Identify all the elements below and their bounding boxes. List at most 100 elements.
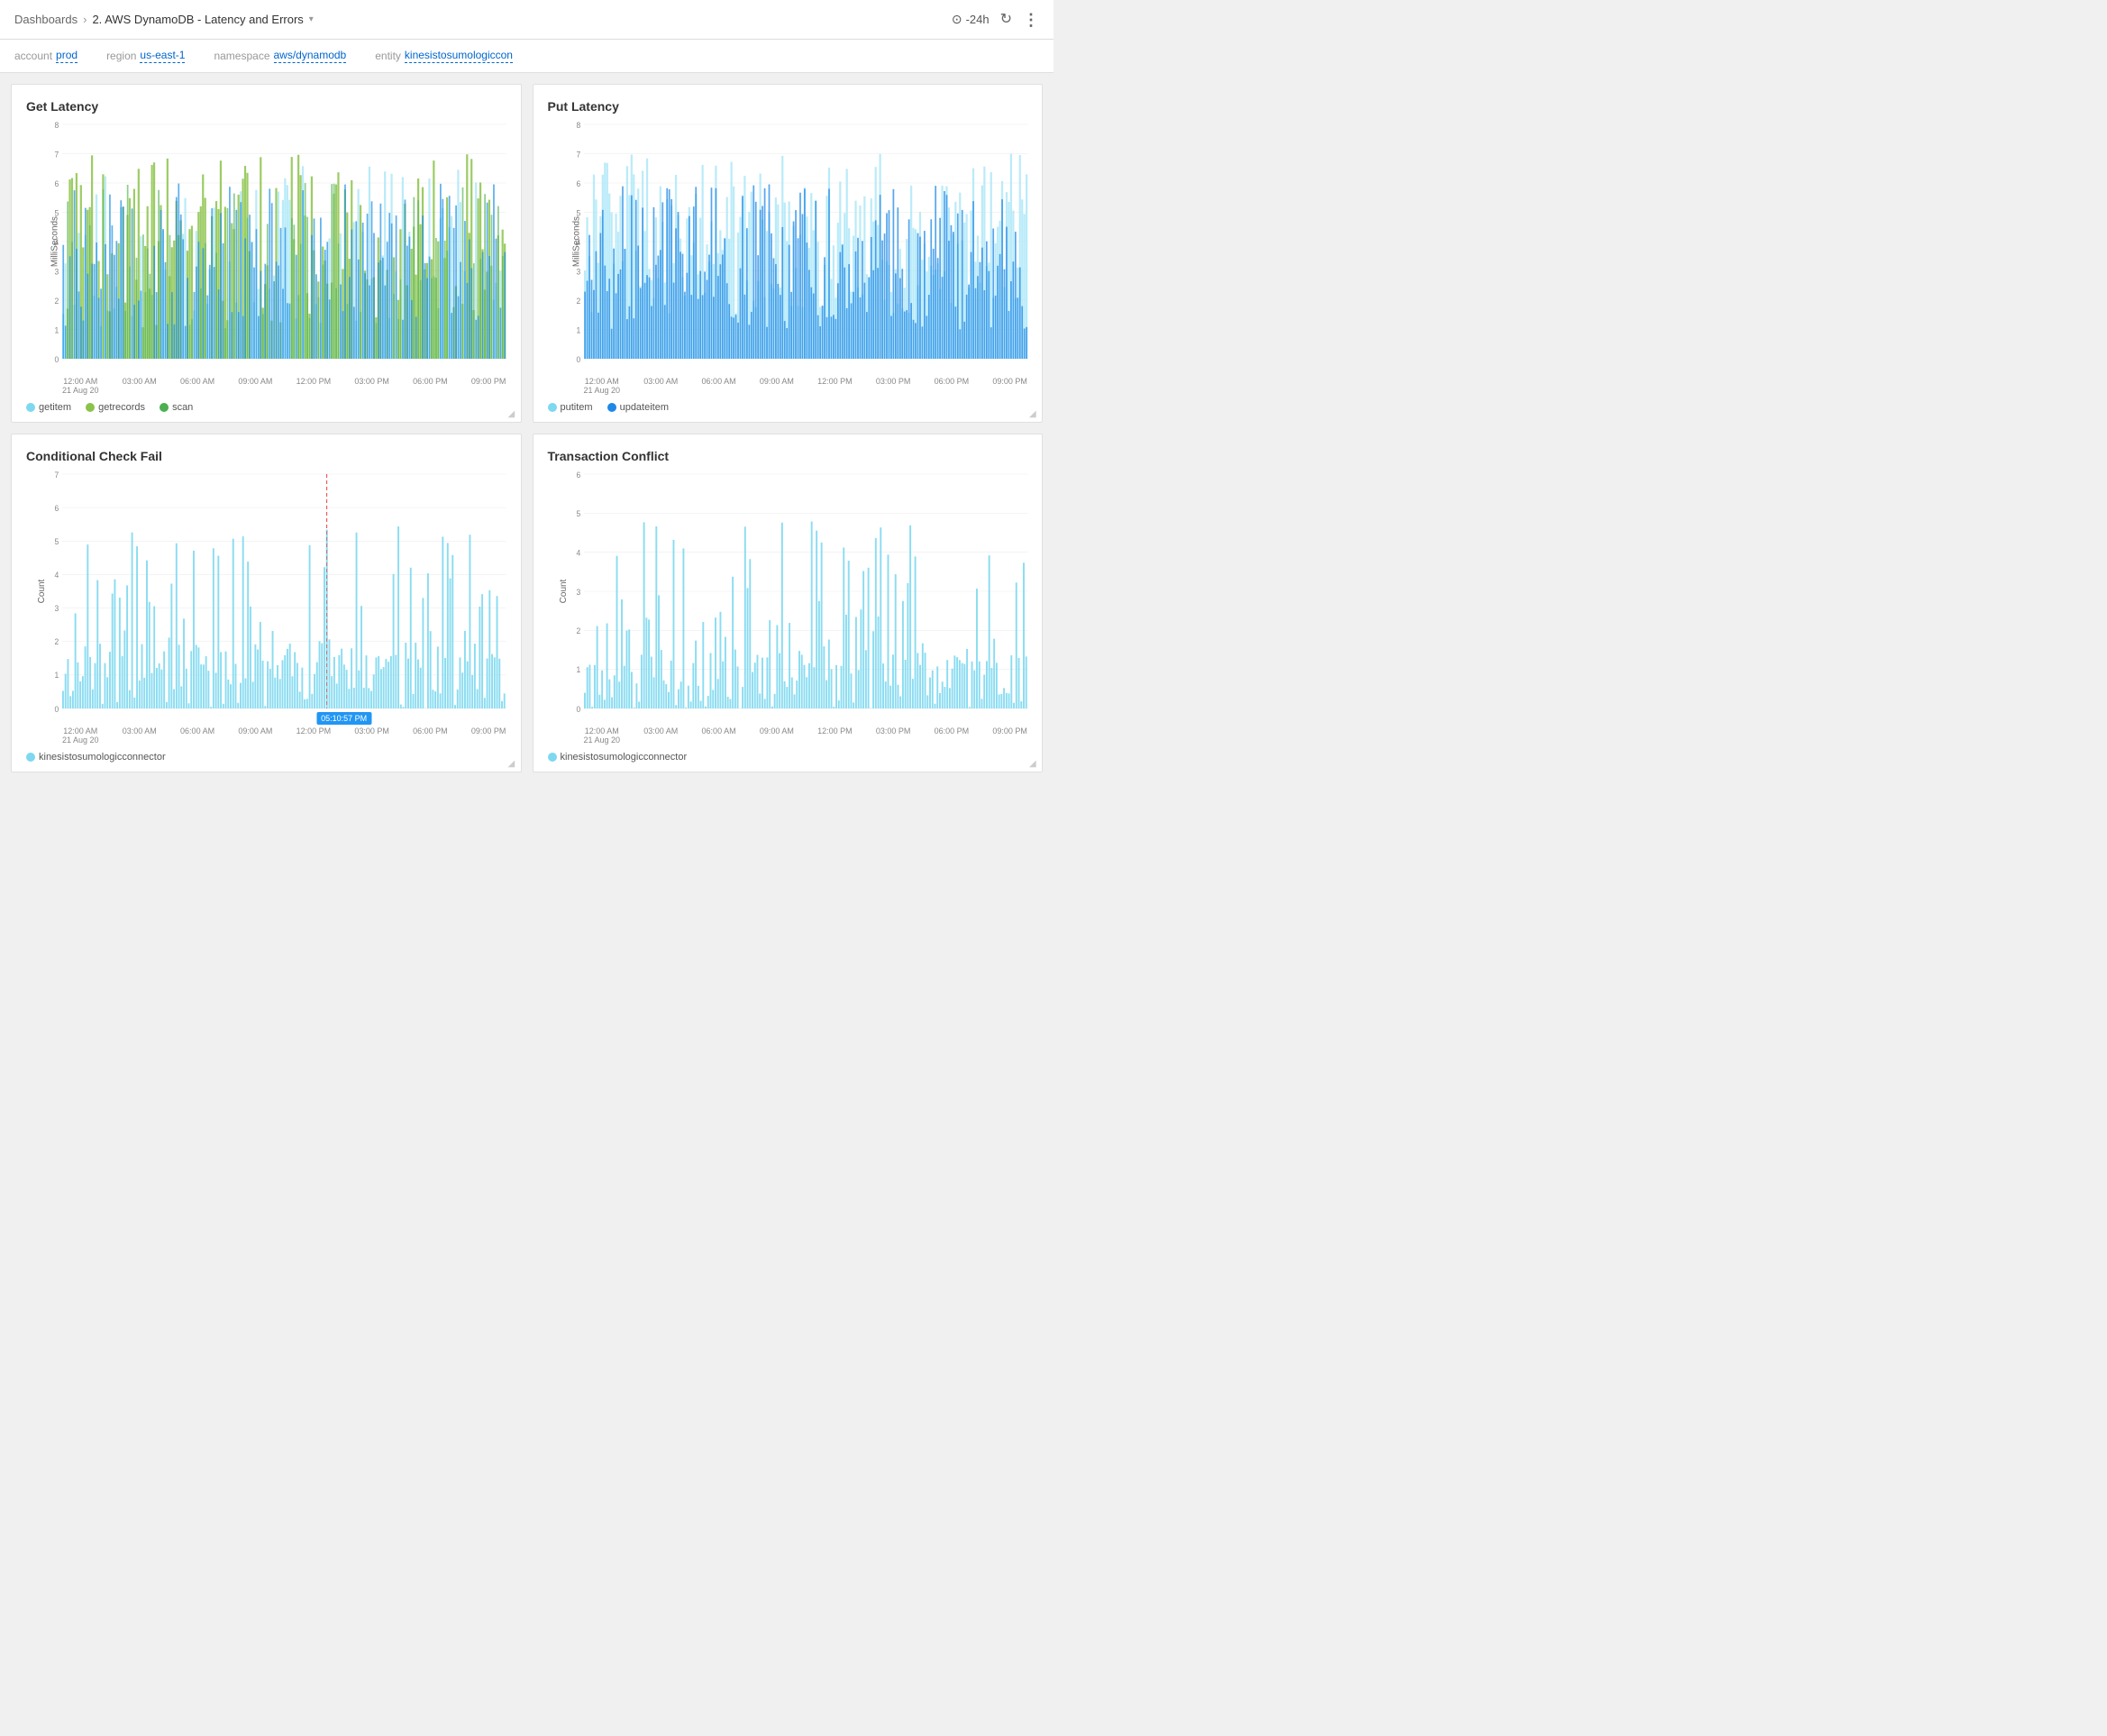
- chart-area-put-latency: MilliSeconds 8 7 6 5 4 3: [584, 124, 1028, 359]
- time-range-selector[interactable]: ⊙ -24h: [952, 12, 990, 27]
- legend-scan-label: scan: [172, 402, 193, 413]
- legend-putitem-label: putitem: [561, 402, 593, 413]
- filter-entity-value[interactable]: kinesistosumologiccon: [405, 49, 513, 63]
- svg-text:4: 4: [54, 571, 59, 580]
- chart-svg-put-latency: 8 7 6 5 4 3 2 1 0: [584, 124, 1028, 359]
- svg-text:1: 1: [576, 325, 580, 334]
- legend-getrecords-label: getrecords: [98, 402, 145, 413]
- panel-conditional-check-fail-title: Conditional Check Fail: [26, 449, 506, 463]
- svg-text:2: 2: [576, 297, 580, 306]
- svg-text:1: 1: [54, 325, 59, 334]
- chart-transaction-conflict: Count 6 5 4 3 2 1 0: [548, 474, 1028, 745]
- legend-getrecords: getrecords: [86, 402, 145, 413]
- svg-text:8: 8: [54, 121, 59, 130]
- chart-tooltip: 05:10:57 PM: [316, 712, 371, 725]
- legend-scan-dot: [160, 403, 169, 412]
- y-axis-label-get-latency: MilliSeconds: [50, 216, 60, 267]
- clock-icon: ⊙: [952, 12, 962, 27]
- svg-text:3: 3: [576, 267, 580, 276]
- filter-namespace: namespace aws/dynamodb: [214, 49, 346, 63]
- filter-region-label: region: [106, 50, 136, 62]
- legend-conditional-check-fail: kinesistosumologicconnector: [26, 752, 506, 763]
- legend-get-latency: getitem getrecords scan: [26, 402, 506, 413]
- legend-getitem-label: getitem: [39, 402, 71, 413]
- topbar-left: Dashboards › 2. AWS DynamoDB - Latency a…: [14, 13, 314, 26]
- legend-kinesisconnector-2-dot: [548, 753, 557, 762]
- legend-getitem: getitem: [26, 402, 71, 413]
- chart-svg-conditional-check-fail: 7 6 5 4 3 2 1 0: [62, 474, 506, 708]
- resize-handle-transaction-conflict[interactable]: ◢: [1029, 759, 1038, 768]
- legend-getitem-dot: [26, 403, 35, 412]
- dashboards-link[interactable]: Dashboards: [14, 13, 78, 26]
- more-options-icon[interactable]: ⋮: [1023, 12, 1039, 28]
- breadcrumb-separator: ›: [83, 13, 87, 26]
- topbar-right: ⊙ -24h ↻ ⋮: [952, 12, 1039, 28]
- svg-text:2: 2: [54, 297, 59, 306]
- resize-handle-conditional-check-fail[interactable]: ◢: [508, 759, 517, 768]
- legend-putitem: putitem: [548, 402, 593, 413]
- svg-text:3: 3: [54, 267, 59, 276]
- resize-handle-get-latency[interactable]: ◢: [508, 409, 517, 418]
- panel-conditional-check-fail: Conditional Check Fail Count 7 6 5 4: [11, 434, 522, 772]
- svg-text:1: 1: [576, 665, 580, 674]
- dashboard-title: 2. AWS DynamoDB - Latency and Errors: [92, 13, 303, 26]
- svg-text:4: 4: [576, 548, 580, 557]
- filter-namespace-label: namespace: [214, 50, 269, 62]
- legend-scan: scan: [160, 402, 193, 413]
- legend-transaction-conflict: kinesistosumologicconnector: [548, 752, 1028, 763]
- panel-transaction-conflict-title: Transaction Conflict: [548, 449, 1028, 463]
- svg-text:6: 6: [54, 504, 59, 513]
- filter-bar: account prod region us-east-1 namespace …: [0, 40, 1054, 73]
- legend-updateitem-dot: [607, 403, 616, 412]
- svg-text:2: 2: [576, 626, 580, 635]
- panel-put-latency: Put Latency MilliSeconds 8 7 6 5: [533, 84, 1044, 423]
- resize-handle-put-latency[interactable]: ◢: [1029, 409, 1038, 418]
- svg-text:5: 5: [54, 537, 59, 546]
- filter-account-label: account: [14, 50, 52, 62]
- svg-text:3: 3: [54, 604, 59, 613]
- filter-region-value[interactable]: us-east-1: [140, 49, 185, 63]
- legend-putitem-dot: [548, 403, 557, 412]
- legend-kinesisconnector-1: kinesistosumologicconnector: [26, 752, 166, 763]
- chart-get-latency: MilliSeconds 8 7 6 5: [26, 124, 506, 395]
- legend-kinesisconnector-1-label: kinesistosumologicconnector: [39, 752, 166, 763]
- panel-put-latency-title: Put Latency: [548, 99, 1028, 114]
- filter-namespace-value[interactable]: aws/dynamodb: [274, 49, 347, 63]
- svg-text:5: 5: [576, 509, 580, 518]
- filter-entity-label: entity: [375, 50, 401, 62]
- chart-area-get-latency: MilliSeconds 8 7 6 5: [62, 124, 506, 359]
- filter-region: region us-east-1: [106, 49, 185, 63]
- filter-account-value[interactable]: prod: [56, 49, 78, 63]
- chart-put-latency: MilliSeconds 8 7 6 5 4 3: [548, 124, 1028, 395]
- chart-conditional-check-fail: Count 7 6 5 4 3 2 1 0: [26, 474, 506, 745]
- svg-text:6: 6: [54, 179, 59, 188]
- title-chevron-icon[interactable]: ▾: [309, 14, 314, 24]
- svg-text:6: 6: [576, 179, 580, 188]
- y-axis-label-put-latency: MilliSeconds: [571, 216, 581, 267]
- topbar: Dashboards › 2. AWS DynamoDB - Latency a…: [0, 0, 1054, 40]
- svg-text:6: 6: [576, 471, 580, 480]
- svg-text:3: 3: [576, 588, 580, 597]
- svg-text:2: 2: [54, 637, 59, 646]
- svg-text:0: 0: [576, 705, 580, 714]
- svg-text:8: 8: [576, 121, 580, 130]
- svg-text:0: 0: [576, 355, 580, 364]
- chart-area-transaction-conflict: Count 6 5 4 3 2 1 0: [584, 474, 1028, 708]
- panel-get-latency: Get Latency MilliSeconds 8 7: [11, 84, 522, 423]
- legend-kinesisconnector-2-label: kinesistosumologicconnector: [561, 752, 688, 763]
- svg-text:0: 0: [54, 355, 59, 364]
- time-range-value[interactable]: -24h: [966, 13, 990, 26]
- panel-get-latency-title: Get Latency: [26, 99, 506, 114]
- filter-entity: entity kinesistosumologiccon: [375, 49, 513, 63]
- svg-text:1: 1: [54, 671, 59, 680]
- legend-updateitem: updateitem: [607, 402, 669, 413]
- panel-transaction-conflict: Transaction Conflict Count 6 5 4 3 2: [533, 434, 1044, 772]
- legend-kinesisconnector-1-dot: [26, 753, 35, 762]
- y-axis-label-conditional-check-fail: Count: [37, 580, 47, 604]
- legend-put-latency: putitem updateitem: [548, 402, 1028, 413]
- chart-svg-get-latency-bars: [62, 124, 506, 359]
- refresh-icon[interactable]: ↻: [1000, 13, 1012, 27]
- legend-getrecords-dot: [86, 403, 95, 412]
- legend-updateitem-label: updateitem: [620, 402, 669, 413]
- chart-area-conditional-check-fail: Count 7 6 5 4 3 2 1 0: [62, 474, 506, 708]
